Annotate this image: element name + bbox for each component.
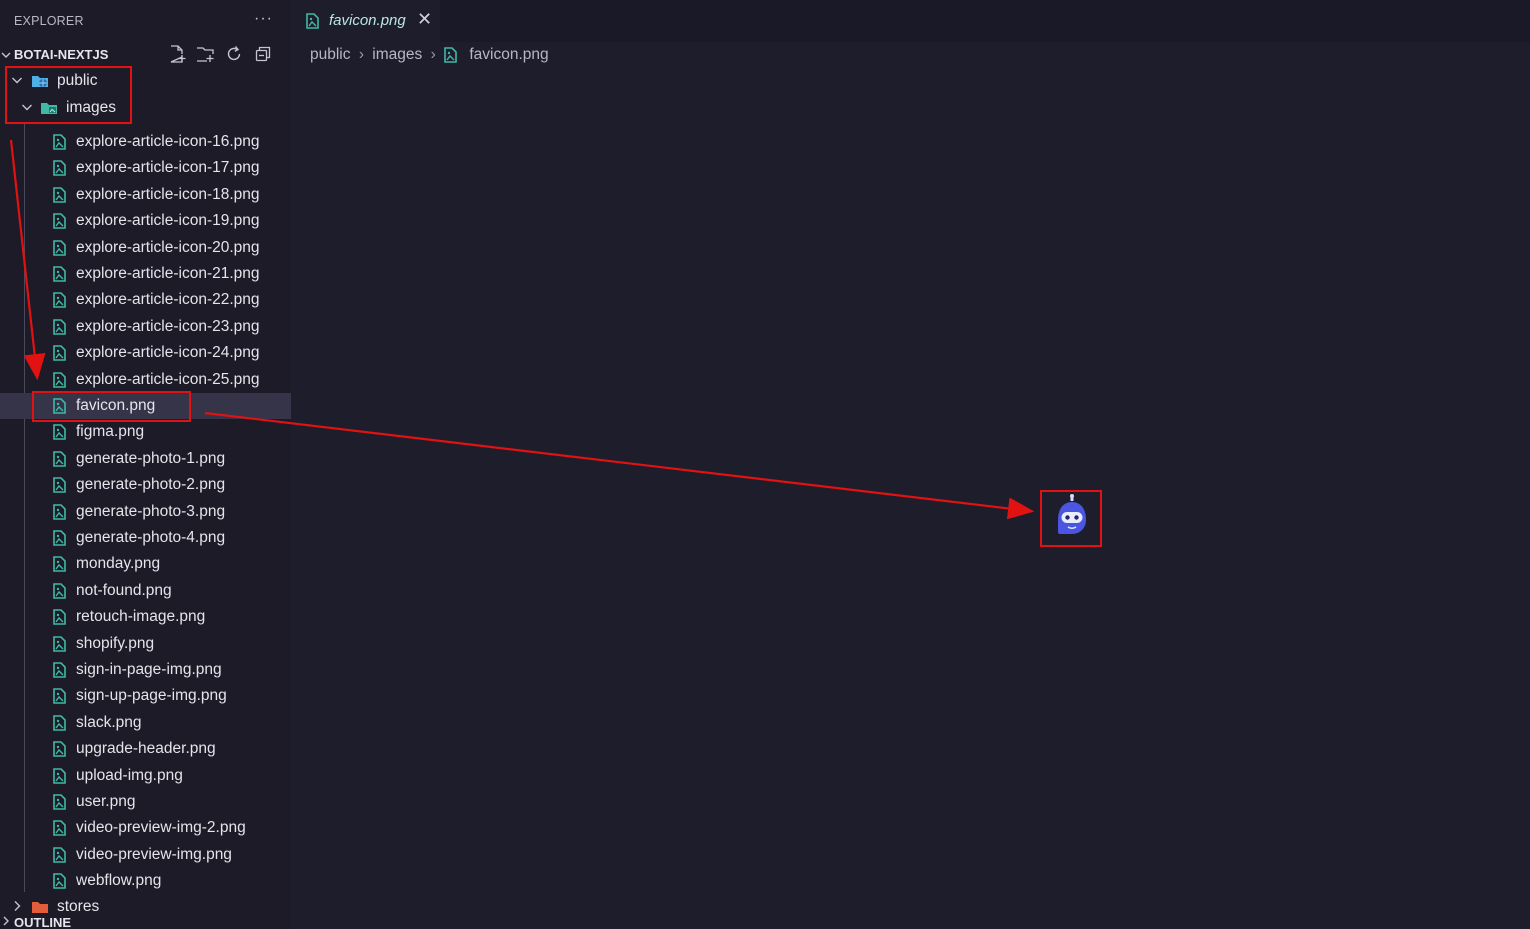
annotation-arrows: [9, 139, 1035, 520]
arrow-to-preview: [204, 411, 1035, 520]
arrow-down: [9, 139, 46, 381]
